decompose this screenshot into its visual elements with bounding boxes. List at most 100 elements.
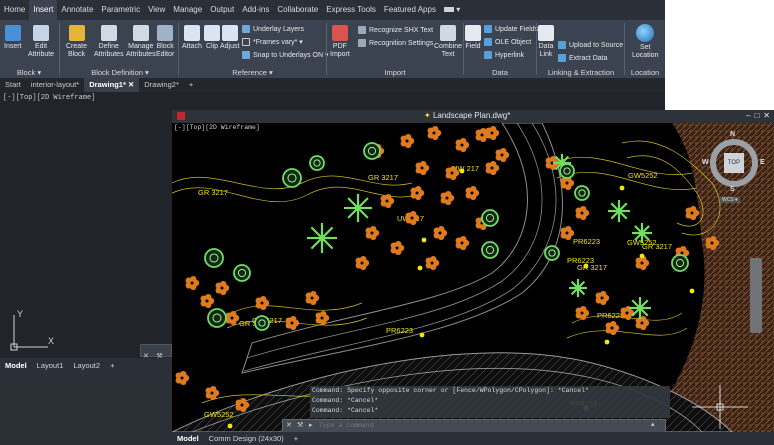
ribbon-tab-view[interactable]: View xyxy=(144,0,169,20)
snap-underlays-dropdown[interactable]: Snap to Underlays ON ▾ xyxy=(242,50,329,60)
manage-attributes-icon xyxy=(132,25,149,41)
viewcube[interactable]: TOP N S W E WCS ▾ xyxy=(702,131,768,206)
chevron-up-icon[interactable]: ▴ xyxy=(651,420,655,428)
edit-attribute-label: Edit Attribute xyxy=(28,43,55,58)
wcs-dropdown[interactable]: WCS ▾ xyxy=(720,197,740,203)
file-tab-label: Drawing1* xyxy=(89,80,126,89)
extract-data-button[interactable]: Extract Data xyxy=(558,53,608,63)
window-title-text: Landscape Plan.dwg* xyxy=(432,111,511,120)
plant-label: PR6223 xyxy=(386,326,413,335)
viewcube-top-face[interactable]: TOP xyxy=(724,153,744,173)
panel-title-block[interactable]: Block ▾ xyxy=(0,67,58,78)
block-editor-icon xyxy=(157,25,174,41)
extract-icon xyxy=(558,54,566,62)
attach-button[interactable]: Attach xyxy=(182,25,202,51)
compass-east[interactable]: E xyxy=(760,159,765,166)
circle-tree xyxy=(282,168,302,188)
layout-tab[interactable]: Layout2 xyxy=(68,361,105,370)
divider xyxy=(59,23,60,75)
ribbon-tab-manage[interactable]: Manage xyxy=(169,0,206,20)
clip-button[interactable]: Clip xyxy=(204,25,220,51)
edit-attribute-button[interactable]: Edit Attribute xyxy=(28,25,54,59)
circle-tree xyxy=(574,185,590,201)
manage-attributes-label: Manage Attributes xyxy=(126,43,156,58)
upload-source-button[interactable]: Upload to Source xyxy=(558,40,623,50)
file-tab[interactable]: Drawing1* ✕ xyxy=(84,78,140,92)
command-input[interactable] xyxy=(319,420,619,430)
layout-tab[interactable]: Model xyxy=(172,434,204,443)
layout-tab[interactable]: Layout1 xyxy=(32,361,69,370)
ribbon-tab-express-tools[interactable]: Express Tools xyxy=(322,0,380,20)
pdf-import-button[interactable]: PDF Import xyxy=(330,25,350,59)
command-line-2: Command: *Cancel* xyxy=(312,397,379,404)
green-tree xyxy=(569,279,587,297)
create-block-button[interactable]: Create Block xyxy=(66,25,87,59)
block-editor-label: Block Editor xyxy=(156,43,175,58)
file-tab[interactable]: Start xyxy=(0,78,26,92)
recognize-shx-button[interactable]: Recognize SHX Text xyxy=(358,25,433,35)
window-title-bar[interactable]: ✦ Landscape Plan.dwg* –□✕ xyxy=(172,110,774,123)
add-layout-icon[interactable]: + xyxy=(289,434,303,443)
landscape-plan-window: ✦ Landscape Plan.dwg* –□✕ GR 3217 GR 321… xyxy=(172,110,774,445)
command-input-bar[interactable]: ✕ ⚒ ▸ ▴ xyxy=(282,419,666,432)
close-tab-icon[interactable]: ✕ xyxy=(126,80,134,89)
panel-title-block-definition[interactable]: Block Definition ▾ xyxy=(62,67,178,78)
data-link-button[interactable]: Data Link xyxy=(538,25,554,59)
hyperlink-icon xyxy=(484,51,492,59)
file-tab[interactable]: Drawing2* xyxy=(139,78,184,92)
add-layout-icon[interactable]: + xyxy=(105,361,119,370)
set-location-button[interactable]: Set Location xyxy=(632,24,658,60)
ribbon-more-icon[interactable]: ▾ xyxy=(440,0,464,20)
viewport-controls-2[interactable]: [-][Top][2D Wireframe] xyxy=(174,124,260,131)
layout-tab[interactable]: Comm Design (24x30) xyxy=(204,434,289,443)
close-icon[interactable]: ✕ xyxy=(286,421,292,429)
underlay-layers-label: Underlay Layers xyxy=(253,25,304,33)
ole-object-button[interactable]: OLE Object xyxy=(484,37,531,47)
combine-text-label: Combine Text xyxy=(434,43,463,58)
ribbon-tab-output[interactable]: Output xyxy=(206,0,238,20)
file-tab[interactable]: interior-layout* xyxy=(26,78,84,92)
define-attributes-icon xyxy=(100,25,117,41)
underlay-layers-button[interactable]: Underlay Layers xyxy=(242,24,304,34)
insert-button[interactable]: Insert xyxy=(4,25,22,51)
plant-label: GR 3217 xyxy=(198,188,228,197)
ribbon-tab-collaborate[interactable]: Collaborate xyxy=(273,0,322,20)
landscape-drawing-canvas[interactable]: GR 3217GR 3217UW 217UW 217GR 3217GR 3217… xyxy=(172,123,774,432)
ribbon-tab-annotate[interactable]: Annotate xyxy=(57,0,97,20)
navigation-bar[interactable] xyxy=(750,258,762,333)
define-attributes-button[interactable]: Define Attributes xyxy=(94,25,124,59)
ribbon-tab-add-ins[interactable]: Add-ins xyxy=(238,0,273,20)
recognition-settings-button[interactable]: Recognition Settings xyxy=(358,38,433,48)
panel-title-reference[interactable]: Reference ▾ xyxy=(180,67,325,78)
frames-vary-dropdown[interactable]: *Frames vary* ▾ xyxy=(242,37,303,47)
adjust-button[interactable]: Adjust xyxy=(220,25,239,51)
command-line-mini[interactable]: ✕ ⚒ xyxy=(140,344,172,360)
light-marker xyxy=(421,237,427,243)
new-tab-icon[interactable]: + xyxy=(184,78,198,92)
manage-attributes-button[interactable]: Manage Attributes xyxy=(126,25,156,59)
update-fields-button[interactable]: Update Fields xyxy=(484,24,538,34)
divider xyxy=(463,23,464,75)
layout-tab[interactable]: Model xyxy=(0,361,32,370)
combine-text-button[interactable]: Combine Text xyxy=(434,25,462,59)
wrench-icon[interactable]: ⚒ xyxy=(297,421,303,429)
viewport-controls[interactable]: [-][Top][2D Wireframe] xyxy=(3,94,95,102)
file-tab-label: Start xyxy=(5,80,21,89)
ribbon-tab-featured-apps[interactable]: Featured Apps xyxy=(380,0,440,20)
compass-north[interactable]: N xyxy=(730,131,735,138)
ribbon-tab-home[interactable]: Home xyxy=(0,0,29,20)
field-button[interactable]: Field xyxy=(465,25,481,51)
hyperlink-button[interactable]: Hyperlink xyxy=(484,50,524,60)
compass-west[interactable]: W xyxy=(702,159,709,166)
green-tree xyxy=(629,297,651,319)
hyperlink-label: Hyperlink xyxy=(495,51,525,59)
combine-text-icon xyxy=(440,25,456,41)
block-editor-button[interactable]: Block Editor xyxy=(156,25,174,59)
close-icon[interactable]: ✕ xyxy=(763,111,774,120)
divider xyxy=(178,23,179,75)
compass-south[interactable]: S xyxy=(730,186,735,193)
circle-tree xyxy=(233,264,251,282)
ribbon-tab-insert[interactable]: Insert xyxy=(29,0,58,20)
ribbon-tab-parametric[interactable]: Parametric xyxy=(97,0,144,20)
maximize-icon[interactable]: □ xyxy=(754,111,763,120)
